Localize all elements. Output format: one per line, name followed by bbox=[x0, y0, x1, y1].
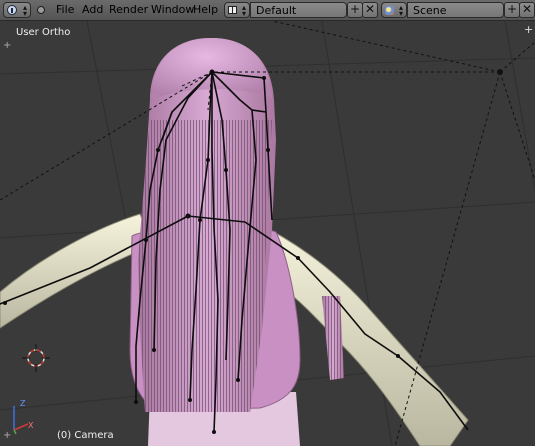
operator-panel-toggle[interactable]: + bbox=[3, 431, 11, 441]
editor-type-selector[interactable]: ▴ ▾ bbox=[3, 2, 31, 18]
chevron-updown-icon: ▴ ▾ bbox=[22, 3, 27, 18]
scene-icon bbox=[385, 6, 394, 15]
view-name-label: User Ortho bbox=[16, 27, 71, 38]
menu-window[interactable]: Window bbox=[151, 3, 194, 17]
menu-help[interactable]: Help bbox=[193, 3, 218, 17]
screen-layout-add-button[interactable]: + bbox=[347, 2, 363, 18]
screen-layout-name: Default bbox=[256, 4, 297, 17]
screen-layout-field[interactable]: Default bbox=[250, 2, 347, 18]
info-icon bbox=[7, 5, 17, 15]
scene-add-button[interactable]: + bbox=[504, 2, 520, 18]
axis-z-label: Z bbox=[20, 399, 26, 408]
camera-origin[interactable] bbox=[497, 69, 503, 75]
scene-name: Scene bbox=[413, 4, 447, 17]
screen-layout-browse[interactable]: ▴ ▾ bbox=[224, 2, 250, 18]
menu-render[interactable]: Render bbox=[109, 3, 148, 17]
scene-remove-button[interactable]: ✕ bbox=[519, 2, 535, 18]
axis-gizmo bbox=[13, 406, 29, 435]
properties-region-toggle[interactable]: + bbox=[524, 24, 533, 35]
scene-field[interactable]: Scene bbox=[407, 2, 504, 18]
info-header: ▴ ▾ File Add Render Window Help ▴ ▾ Defaul… bbox=[0, 0, 535, 21]
tool-shelf-toggle[interactable]: + bbox=[3, 41, 11, 51]
chevron-updown-icon: ▴ ▾ bbox=[398, 3, 403, 18]
menu-add[interactable]: Add bbox=[82, 3, 103, 17]
viewport-canvas[interactable]: Z X bbox=[0, 21, 535, 446]
blender-window: ▴ ▾ File Add Render Window Help ▴ ▾ Defaul… bbox=[0, 0, 535, 446]
active-object-label: (0) Camera bbox=[57, 430, 114, 441]
hair-texture bbox=[138, 120, 272, 412]
axis-x-label: X bbox=[28, 421, 34, 430]
scene-browse[interactable]: ▴ ▾ bbox=[381, 2, 407, 18]
chevron-updown-icon: ▴ ▾ bbox=[241, 3, 246, 18]
3d-cursor[interactable] bbox=[22, 344, 50, 372]
menu-collapse-toggle[interactable] bbox=[37, 6, 45, 14]
screen-layout-remove-button[interactable]: ✕ bbox=[362, 2, 378, 18]
3d-viewport[interactable]: Z X User Ortho + + + (0) Camera bbox=[0, 21, 535, 446]
menu-file[interactable]: File bbox=[56, 3, 74, 17]
screen-layout-icon bbox=[228, 6, 237, 14]
